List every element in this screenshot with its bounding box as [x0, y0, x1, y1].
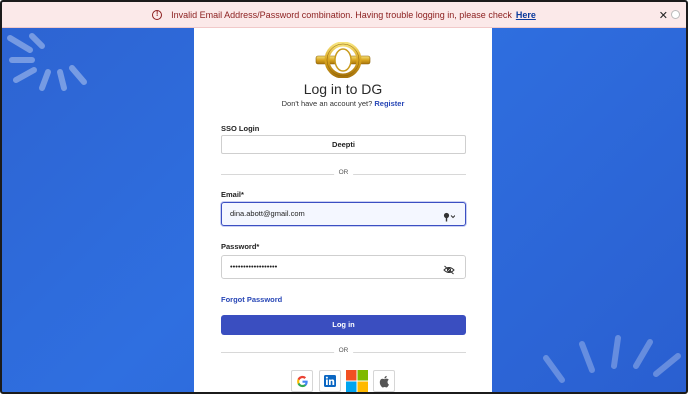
or-divider-social-text: OR	[333, 347, 354, 354]
alert-icon: !	[152, 9, 163, 20]
sso-login-label: SSO Login	[221, 124, 260, 133]
or-divider-text: OR	[333, 169, 354, 176]
google-login-button[interactable]	[291, 370, 313, 392]
microsoft-icon	[346, 370, 368, 392]
sso-login-button[interactable]: Deepti	[221, 135, 466, 154]
forgot-password-link[interactable]: Forgot Password	[221, 295, 282, 304]
password-value: ••••••••••••••••••	[230, 262, 278, 271]
linkedin-login-button[interactable]	[319, 370, 341, 392]
login-button[interactable]: Log in	[221, 315, 466, 335]
signup-prompt: Don't have an account yet? Register	[194, 99, 492, 108]
apple-icon	[379, 375, 389, 387]
password-label: Password*	[221, 242, 260, 251]
decorative-spikes-top-left	[7, 33, 87, 91]
email-label: Email*	[221, 190, 244, 199]
banner-help-link[interactable]: Here	[516, 10, 536, 20]
or-divider: OR	[221, 169, 466, 176]
signup-prompt-text: Don't have an account yet?	[281, 99, 373, 108]
login-card: Log in to DG Don't have an account yet? …	[194, 28, 492, 392]
page-title: Log in to DG	[303, 81, 383, 97]
email-field[interactable]: dina.abott@gmail.com	[221, 202, 466, 226]
email-value: dina.abott@gmail.com	[230, 209, 305, 218]
google-icon	[296, 375, 308, 387]
register-link[interactable]: Register	[374, 99, 404, 108]
password-field[interactable]: ••••••••••••••••••	[221, 255, 466, 279]
password-manager-key-icon[interactable]	[443, 209, 456, 231]
close-icon[interactable]: ✕	[659, 9, 668, 22]
dg-logo	[315, 42, 371, 78]
banner-message: Invalid Email Address/Password combinati…	[171, 9, 512, 20]
apple-login-button[interactable]	[373, 370, 395, 392]
linkedin-icon	[324, 375, 336, 387]
scroll-indicator	[671, 10, 680, 19]
microsoft-login-button[interactable]	[346, 370, 368, 392]
decorative-spikes-bottom-right	[543, 335, 681, 383]
eye-slash-icon[interactable]	[443, 262, 455, 284]
error-banner: ! Invalid Email Address/Password combina…	[2, 2, 686, 28]
or-divider-social: OR	[221, 347, 466, 354]
app-frame: ! Invalid Email Address/Password combina…	[0, 0, 688, 394]
